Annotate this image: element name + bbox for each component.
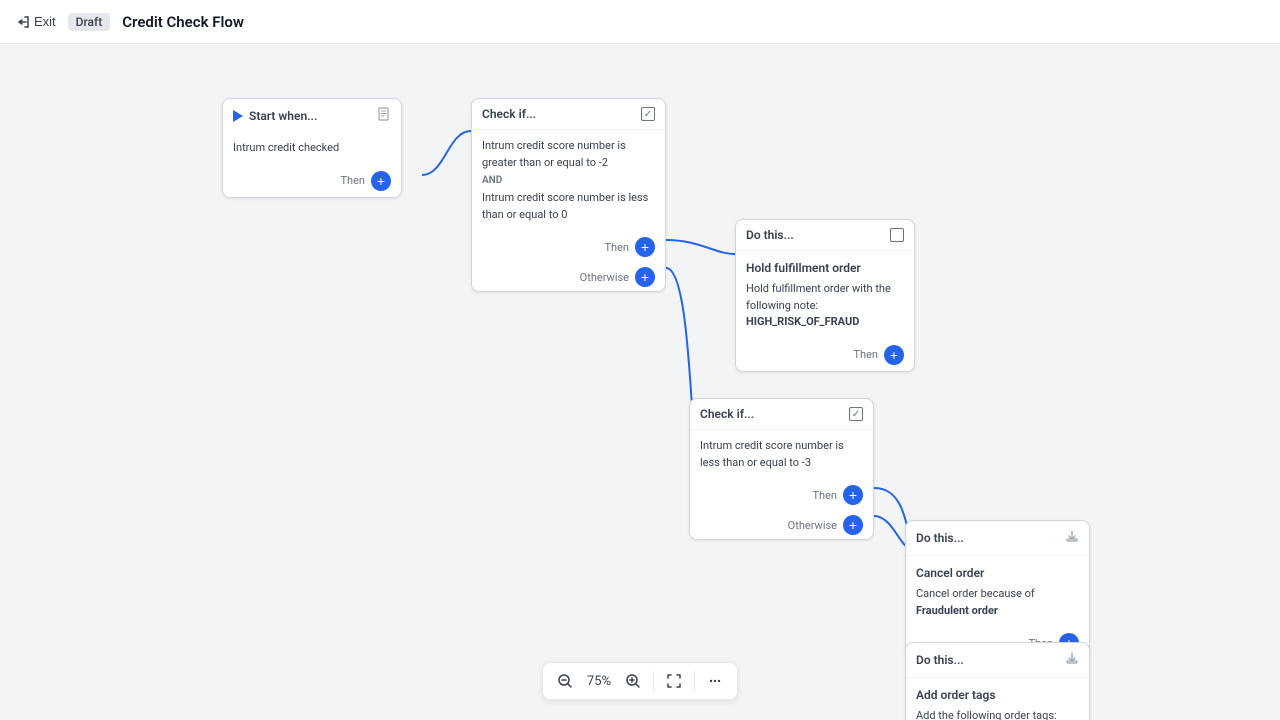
start-add-button[interactable]: + (371, 171, 391, 191)
do-cancel-header: Do this... (906, 521, 1089, 556)
do-hold-note: HIGH_RISK_OF_FRAUD (746, 314, 904, 331)
do-tags-title: Do this... (916, 653, 964, 667)
start-icon (233, 110, 243, 122)
check1-then-label: Then (604, 241, 629, 254)
more-icon (707, 673, 723, 689)
do-hold-node: Do this... Hold fulfillment order Hold f… (735, 219, 915, 372)
draft-badge: Draft (68, 13, 111, 31)
zoom-in-button[interactable] (619, 667, 647, 695)
exit-button[interactable]: Exit (16, 14, 56, 29)
do-cancel-body: Cancel order Cancel order because of Fra… (906, 556, 1089, 627)
do-cancel-title: Do this... (916, 531, 964, 545)
download2-icon (1065, 651, 1079, 669)
do-hold-footer: Then + (736, 339, 914, 371)
check2-then-footer: Then + (690, 479, 873, 511)
do-tags-description: Add the following order tags: (916, 708, 1079, 720)
do-hold-heading: Hold fulfillment order (746, 259, 904, 277)
canvas: Start when... Intrum credit checked Then… (0, 44, 1280, 720)
check2-otherwise-label: Otherwise (788, 519, 837, 532)
do-hold-description: Hold fulfillment order with the followin… (746, 281, 904, 314)
check2-body: Intrum credit score number is less than … (690, 430, 873, 479)
fit-button[interactable] (660, 667, 688, 695)
start-then-label: Then (340, 174, 365, 187)
checkbox-icon: ✓ (641, 107, 655, 121)
check2-condition: Intrum credit score number is less than … (700, 438, 863, 471)
do-tags-header: Do this... (906, 643, 1089, 678)
check1-then-add-button[interactable]: + (635, 237, 655, 257)
check1-condition1: Intrum credit score number is greater th… (482, 138, 655, 171)
fit-icon (666, 673, 682, 689)
zoom-value: 75% (581, 674, 617, 689)
do-hold-body: Hold fulfillment order Hold fulfillment … (736, 251, 914, 339)
zoom-toolbar: 75% (542, 662, 738, 700)
check2-then-add-button[interactable]: + (843, 485, 863, 505)
zoom-out-button[interactable] (551, 667, 579, 695)
check2-node: Check if... ✓ Intrum credit score number… (689, 398, 874, 540)
check2-title: Check if... (700, 407, 754, 421)
check1-then-footer: Then + (472, 231, 665, 263)
check1-and: AND (482, 173, 655, 188)
doc-icon (377, 107, 391, 124)
check1-title: Check if... (482, 107, 536, 121)
minus-icon (557, 673, 573, 689)
do-cancel-heading: Cancel order (916, 564, 1079, 582)
check2-otherwise-add-button[interactable]: + (843, 515, 863, 535)
check2-otherwise-footer: Otherwise + (690, 511, 873, 539)
download-icon (1065, 529, 1079, 547)
square-icon (890, 228, 904, 242)
check1-otherwise-add-button[interactable]: + (635, 267, 655, 287)
toolbar-divider-2 (694, 671, 695, 691)
page-title: Credit Check Flow (122, 13, 244, 31)
checkbox2-icon: ✓ (849, 407, 863, 421)
check1-condition2: Intrum credit score number is less than … (482, 190, 655, 223)
exit-icon (16, 15, 30, 29)
check1-header: Check if... ✓ (472, 99, 665, 130)
header: Exit Draft Credit Check Flow (0, 0, 1280, 44)
do-tags-body: Add order tags Add the following order t… (906, 678, 1089, 720)
check2-header: Check if... ✓ (690, 399, 873, 430)
do-hold-header: Do this... (736, 220, 914, 251)
do-tags-node: Do this... Add order tags Add the follow… (905, 642, 1090, 720)
check1-node: Check if... ✓ Intrum credit score number… (471, 98, 666, 292)
start-node-footer: Then + (223, 165, 401, 197)
start-node: Start when... Intrum credit checked Then… (222, 98, 402, 198)
do-cancel-bold: Fraudulent order (916, 604, 998, 617)
do-hold-title: Do this... (746, 228, 794, 242)
check2-then-label: Then (812, 489, 837, 502)
do-tags-heading: Add order tags (916, 686, 1079, 704)
toolbar-divider (653, 671, 654, 691)
start-node-header: Start when... (223, 99, 401, 132)
start-content: Intrum credit checked (233, 141, 339, 154)
do-hold-then-label: Then (853, 348, 878, 361)
check1-otherwise-footer: Otherwise + (472, 263, 665, 291)
do-cancel-node: Do this... Cancel order Cancel order bec… (905, 520, 1090, 660)
do-cancel-description: Cancel order because of Fraudulent order (916, 586, 1079, 619)
more-button[interactable] (701, 667, 729, 695)
start-title: Start when... (249, 109, 317, 123)
check1-body: Intrum credit score number is greater th… (472, 130, 665, 231)
plus-icon (625, 673, 641, 689)
check1-otherwise-label: Otherwise (580, 271, 629, 284)
start-node-body: Intrum credit checked (223, 132, 401, 165)
do-hold-add-button[interactable]: + (884, 345, 904, 365)
